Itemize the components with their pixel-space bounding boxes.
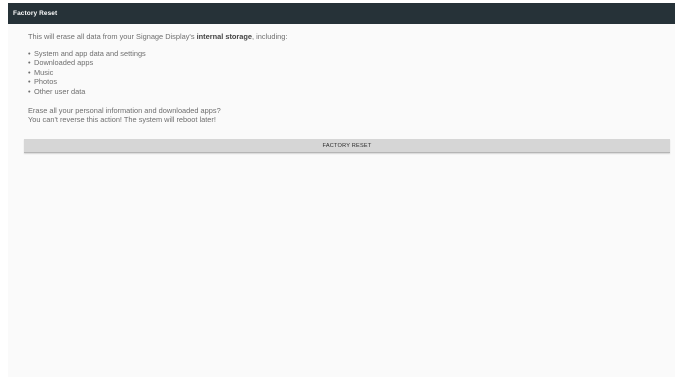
list-item-label: Downloaded apps [34, 58, 94, 68]
intro-prefix: This will erase all data from your Signa… [28, 32, 197, 41]
list-item: • System and app data and settings [28, 49, 675, 59]
page-title: Factory Reset [13, 10, 58, 17]
intro-suffix: , including: [252, 32, 288, 41]
app-bar: Factory Reset [8, 3, 675, 24]
erased-data-list: • System and app data and settings • Downl… [28, 49, 675, 97]
warning-line-1: Erase all your personal information and … [28, 105, 221, 115]
list-item: • Other user data [28, 87, 675, 97]
list-item-label: Music [34, 67, 54, 77]
list-item: • Downloaded apps [28, 58, 675, 68]
list-item-label: Other user data [34, 86, 86, 96]
list-item: • Music [28, 68, 675, 78]
list-item-label: Photos [34, 77, 58, 87]
list-item: • Photos [28, 77, 675, 87]
intro-text: This will erase all data from your Signa… [28, 32, 675, 42]
factory-reset-button[interactable]: FACTORY RESET [24, 139, 670, 153]
intro-emphasis: internal storage [196, 32, 253, 41]
warning-text: Erase all your personal information and … [28, 106, 675, 125]
warning-line-2: You can't reverse this action! The syste… [28, 115, 216, 125]
settings-window: Factory Reset This will erase all data f… [8, 3, 675, 377]
content-area: This will erase all data from your Signa… [8, 24, 675, 125]
list-item-label: System and app data and settings [34, 48, 146, 58]
